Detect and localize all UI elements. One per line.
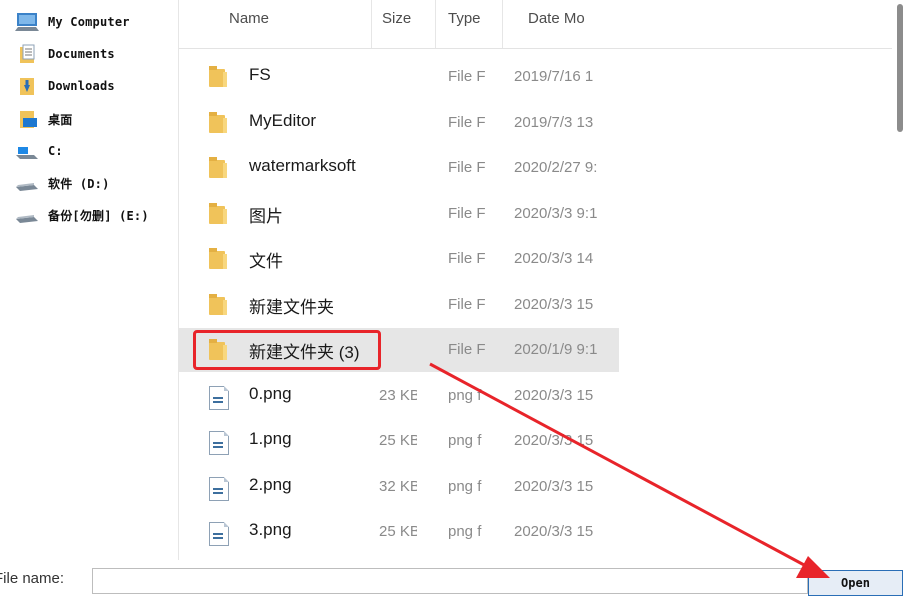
- sidebar-item-drive-c[interactable]: C:: [14, 138, 63, 164]
- file-row-myeditor[interactable]: MyEditor File F 2019/7/3 13: [179, 101, 619, 145]
- sidebar-item-label: Downloads: [48, 79, 115, 93]
- file-type: png f: [448, 387, 482, 404]
- file-type: File F: [448, 250, 486, 267]
- file-date: 2020/3/3 15: [514, 296, 594, 313]
- sidebar-item-my-computer[interactable]: My Computer: [14, 9, 130, 35]
- file-name-bar: File name: Open: [0, 560, 907, 599]
- file-date: 2020/3/3 15: [514, 478, 594, 495]
- file-name-label: File name:: [0, 570, 65, 587]
- column-divider[interactable]: [371, 0, 372, 48]
- drive-icon: [14, 205, 40, 225]
- column-header-date[interactable]: Date Mo: [528, 10, 598, 27]
- file-row-fs[interactable]: FS File F 2019/7/16 1: [179, 55, 619, 99]
- file-name: FS: [249, 65, 271, 84]
- folder-icon: [209, 248, 229, 269]
- file-row-files[interactable]: 文件 File F 2020/3/3 14: [179, 237, 619, 281]
- image-file-icon: [209, 477, 229, 501]
- file-size: 25 KB: [379, 523, 417, 540]
- column-header-size[interactable]: Size: [382, 10, 432, 27]
- file-name: watermarksoft: [249, 156, 356, 175]
- file-size: 25 KB: [379, 432, 417, 449]
- downloads-folder-icon: [14, 76, 40, 96]
- file-name: 图片: [249, 207, 283, 226]
- file-type: File F: [448, 68, 486, 85]
- file-date: 2020/3/3 15: [514, 387, 594, 404]
- scrollbar-thumb[interactable]: [897, 4, 903, 132]
- file-name: 文件: [249, 252, 283, 271]
- file-name: 0.png: [249, 384, 292, 403]
- column-divider[interactable]: [502, 0, 503, 48]
- sidebar-item-label: My Computer: [48, 15, 130, 29]
- file-row-2-png[interactable]: 2.png 32 KB png f 2020/3/3 15: [179, 465, 619, 509]
- file-date: 2020/1/9 9:1: [514, 341, 598, 358]
- sidebar-item-drive-e[interactable]: 备份[勿删] (E:): [14, 202, 149, 228]
- file-name: 2.png: [249, 475, 292, 494]
- file-type: png f: [448, 523, 482, 540]
- image-file-icon: [209, 431, 229, 455]
- file-row-new-folder[interactable]: 新建文件夹 File F 2020/3/3 15: [179, 283, 619, 327]
- folder-icon: [209, 157, 229, 178]
- file-date: 2020/2/27 9:: [514, 159, 598, 176]
- sidebar-item-documents[interactable]: Documents: [14, 41, 115, 67]
- folder-icon: [209, 294, 229, 315]
- file-row-0-png[interactable]: 0.png 23 KB png f 2020/3/3 15: [179, 374, 619, 418]
- drive-icon: [14, 173, 40, 193]
- folder-icon: [209, 66, 229, 87]
- sidebar-item-label: 软件 (D:): [48, 176, 110, 191]
- file-row-pictures[interactable]: 图片 File F 2020/3/3 9:1: [179, 192, 619, 236]
- sidebar-item-label: 备份[勿删] (E:): [48, 208, 149, 223]
- file-name: 3.png: [249, 520, 292, 539]
- image-file-icon: [209, 386, 229, 410]
- file-type: File F: [448, 114, 486, 131]
- file-type: png f: [448, 478, 482, 495]
- file-name-input[interactable]: [92, 568, 808, 594]
- file-date: 2019/7/3 13: [514, 114, 594, 131]
- file-type: png f: [448, 432, 482, 449]
- vertical-scrollbar[interactable]: [893, 0, 907, 560]
- file-size: 23 KB: [379, 387, 417, 404]
- desktop-folder-icon: [14, 109, 40, 129]
- folder-icon: [209, 203, 229, 224]
- folder-icon: [209, 112, 229, 133]
- file-list-header: Name Size Type Date Mo: [179, 0, 892, 49]
- image-file-icon: [209, 522, 229, 546]
- file-size: 32 KB: [379, 478, 417, 495]
- file-list: FS File F 2019/7/16 1 MyEditor File F 20…: [179, 48, 892, 560]
- file-type: File F: [448, 341, 486, 358]
- drive-c-icon: [14, 141, 40, 161]
- file-date: 2019/7/16 1: [514, 68, 594, 85]
- computer-icon: [14, 12, 40, 32]
- file-row-3-png[interactable]: 3.png 25 KB png f 2020/3/3 15: [179, 510, 619, 554]
- file-type: File F: [448, 159, 486, 176]
- file-row-watermarksoft[interactable]: watermarksoft File F 2020/2/27 9:: [179, 146, 619, 190]
- file-row-1-png[interactable]: 1.png 25 KB png f 2020/3/3 15: [179, 419, 619, 463]
- file-name: 1.png: [249, 429, 292, 448]
- file-type: File F: [448, 205, 486, 222]
- annotation-highlight-box: [193, 330, 381, 370]
- file-date: 2020/3/3 15: [514, 523, 594, 540]
- file-name: 新建文件夹: [249, 298, 334, 317]
- sidebar-item-downloads[interactable]: Downloads: [14, 73, 115, 99]
- sidebar-item-label: 桌面: [48, 112, 73, 127]
- file-date: 2020/3/3 15: [514, 432, 594, 449]
- file-date: 2020/3/3 14: [514, 250, 594, 267]
- open-button[interactable]: Open: [808, 570, 903, 596]
- column-divider[interactable]: [435, 0, 436, 48]
- file-date: 2020/3/3 9:1: [514, 205, 598, 222]
- sidebar-item-label: Documents: [48, 47, 115, 61]
- column-header-type[interactable]: Type: [448, 10, 498, 27]
- file-type: File F: [448, 296, 486, 313]
- documents-folder-icon: [14, 44, 40, 64]
- file-name: MyEditor: [249, 111, 317, 130]
- navigation-sidebar: My Computer Documents Downloads 桌面 C: 软件…: [0, 0, 178, 560]
- sidebar-item-desktop[interactable]: 桌面: [14, 106, 72, 132]
- sidebar-item-drive-d[interactable]: 软件 (D:): [14, 170, 110, 196]
- column-header-name[interactable]: Name: [229, 10, 349, 27]
- sidebar-item-label: C:: [48, 144, 63, 158]
